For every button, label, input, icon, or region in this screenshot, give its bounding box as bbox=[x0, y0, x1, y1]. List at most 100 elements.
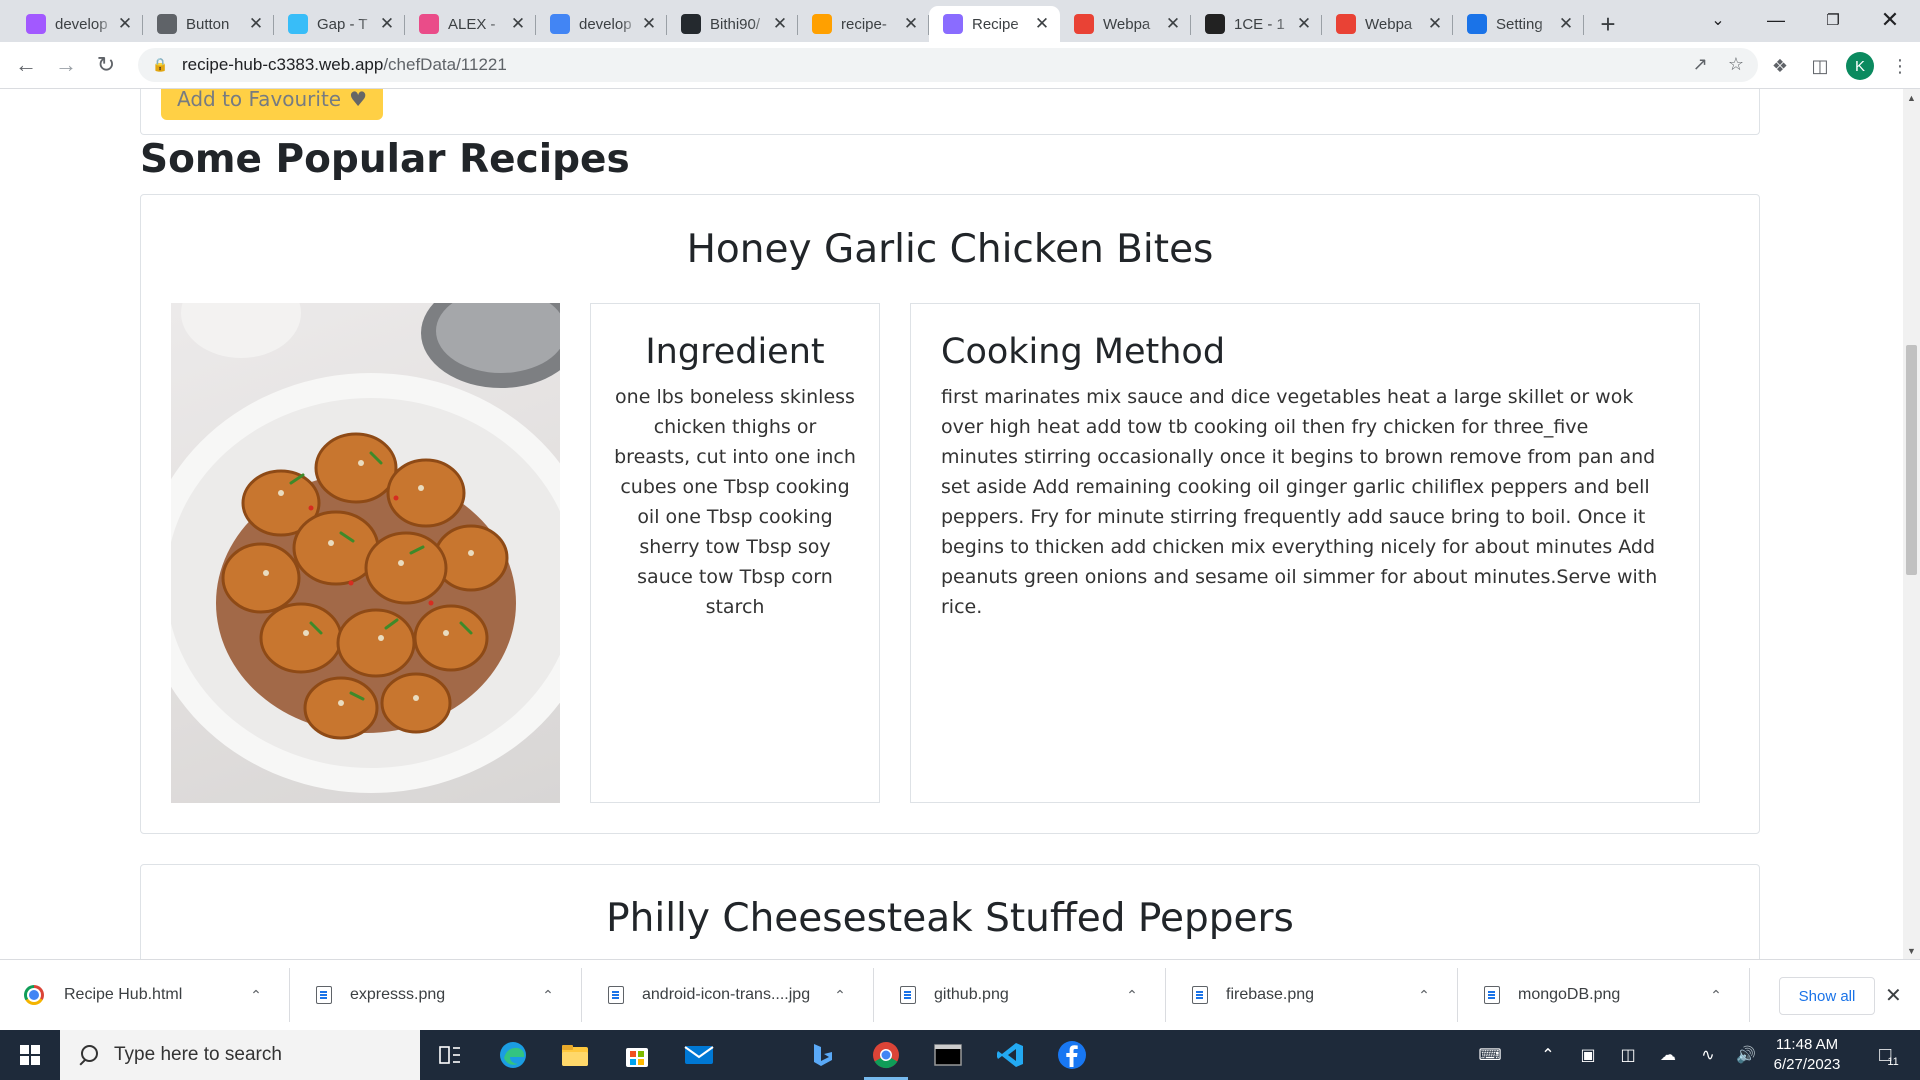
terminal-icon[interactable] bbox=[918, 1030, 978, 1080]
scroll-down-arrow-icon[interactable]: ▼ bbox=[1903, 942, 1920, 959]
close-tab-icon[interactable]: ✕ bbox=[115, 14, 135, 34]
tab-title: develop bbox=[55, 15, 108, 33]
bing-chat-icon[interactable] bbox=[793, 1030, 853, 1080]
download-filename: github.png bbox=[934, 986, 1009, 1003]
clock-date: 6/27/2023 bbox=[1773, 1056, 1841, 1073]
close-tab-icon[interactable]: ✕ bbox=[901, 14, 921, 34]
chevron-up-icon[interactable]: ⌃ bbox=[1117, 987, 1147, 1004]
chevron-up-icon[interactable]: ⌃ bbox=[1409, 987, 1439, 1004]
tab-title: Button bbox=[186, 15, 230, 33]
download-item[interactable]: expresss.png ⌃ bbox=[292, 968, 582, 1022]
browser-tab[interactable]: Recipe ✕ bbox=[929, 6, 1060, 42]
chevron-up-icon[interactable]: ⌃ bbox=[825, 987, 855, 1004]
facebook-icon[interactable] bbox=[1042, 1030, 1102, 1080]
microsoft-store-icon[interactable] bbox=[607, 1030, 667, 1080]
browser-tab[interactable]: ALEX - ✕ bbox=[405, 6, 536, 42]
tab-list: develop ✕ Button ✕ Gap - T ✕ ALEX - ✕ develop ✕ Bi… bbox=[0, 6, 1584, 42]
close-tab-icon[interactable]: ✕ bbox=[1294, 14, 1314, 34]
dribbble-icon bbox=[419, 14, 439, 34]
chrome-icon[interactable] bbox=[856, 1030, 916, 1080]
chevron-up-icon[interactable]: ⌃ bbox=[533, 987, 563, 1004]
browser-tab[interactable]: Gap - T ✕ bbox=[274, 6, 405, 42]
tab-search-chevron-icon[interactable]: ⌄ bbox=[1690, 0, 1746, 40]
start-button[interactable] bbox=[0, 1030, 60, 1080]
browser-tab[interactable]: recipe- ✕ bbox=[798, 6, 929, 42]
browser-tab[interactable]: Setting ✕ bbox=[1453, 6, 1584, 42]
ingredient-list: one lbs boneless skinless chicken thighs… bbox=[614, 386, 856, 618]
browser-tab[interactable]: Webpa ✕ bbox=[1322, 6, 1453, 42]
download-item[interactable]: Recipe Hub.html ⌃ bbox=[0, 968, 290, 1022]
notification-center-icon[interactable]: □ 11 bbox=[1864, 1030, 1914, 1080]
file-icon bbox=[1192, 986, 1208, 1004]
tab-title: Gap - T bbox=[317, 15, 368, 33]
extensions-puzzle-icon[interactable]: ❖ bbox=[1760, 46, 1800, 86]
clock-time: 11:48 AM bbox=[1775, 1036, 1839, 1053]
recipe-title: Honey Garlic Chicken Bites bbox=[686, 227, 1214, 272]
close-tab-icon[interactable]: ✕ bbox=[246, 14, 266, 34]
scroll-up-arrow-icon[interactable]: ▲ bbox=[1903, 89, 1920, 106]
download-item[interactable]: android-icon-trans....jpg ⌃ bbox=[584, 968, 874, 1022]
add-to-favourite-button[interactable]: Add to Favourite ♥ bbox=[161, 89, 384, 120]
tab-title: Setting bbox=[1496, 15, 1543, 33]
cooking-method-box: Cooking Method first marinates mix sauce… bbox=[910, 303, 1700, 803]
close-tab-icon[interactable]: ✕ bbox=[508, 14, 528, 34]
close-tab-icon[interactable]: ✕ bbox=[377, 14, 397, 34]
browser-tab[interactable]: Bithi90/ ✕ bbox=[667, 6, 798, 42]
tab-title: Recipe bbox=[972, 15, 1019, 33]
download-bar: Recipe Hub.html ⌃ expresss.png ⌃ android-ico… bbox=[0, 959, 1920, 1030]
address-bar[interactable]: 🔒 recipe-hub-c3383.web.app/chefData/1122… bbox=[138, 48, 1758, 82]
battery-icon[interactable]: ◫ bbox=[1610, 1030, 1646, 1080]
minimize-button[interactable]: — bbox=[1748, 0, 1804, 40]
close-tab-icon[interactable]: ✕ bbox=[770, 14, 790, 34]
task-view-icon[interactable] bbox=[420, 1030, 480, 1080]
windows-taskbar: Type here to search ⌨ ⌃ ▣ ◫ ☁ ∿ 🔊 11:48 … bbox=[0, 1030, 1920, 1080]
onedrive-cloud-icon[interactable]: ☁ bbox=[1650, 1030, 1686, 1080]
meet-now-icon[interactable]: ▣ bbox=[1570, 1030, 1606, 1080]
download-item[interactable]: github.png ⌃ bbox=[876, 968, 1166, 1022]
browser-tab[interactable]: 1CE - 1 ✕ bbox=[1191, 6, 1322, 42]
browser-tab[interactable]: Button ✕ bbox=[143, 6, 274, 42]
tab-title: Webpa bbox=[1365, 15, 1413, 33]
tab-title: Bithi90/ bbox=[710, 15, 761, 33]
browser-tab[interactable]: Webpa ✕ bbox=[1060, 6, 1191, 42]
profile-avatar[interactable]: K bbox=[1840, 46, 1880, 86]
close-tab-icon[interactable]: ✕ bbox=[639, 14, 659, 34]
show-hidden-icons-chevron-icon[interactable]: ⌃ bbox=[1530, 1030, 1566, 1080]
browser-tab[interactable]: develop ✕ bbox=[536, 6, 667, 42]
chevron-up-icon[interactable]: ⌃ bbox=[1701, 987, 1731, 1004]
close-tab-icon[interactable]: ✕ bbox=[1032, 14, 1052, 34]
page-viewport: Add to Favourite ♥ Some Popular Recipes … bbox=[0, 89, 1903, 959]
show-all-downloads-button[interactable]: Show all bbox=[1779, 977, 1875, 1015]
browser-tab[interactable]: develop ✕ bbox=[12, 6, 143, 42]
download-item[interactable]: firebase.png ⌃ bbox=[1168, 968, 1458, 1022]
tab-title: ALEX - bbox=[448, 15, 496, 33]
restore-button[interactable]: ❐ bbox=[1805, 0, 1861, 40]
wifi-icon[interactable]: ∿ bbox=[1690, 1030, 1726, 1080]
close-tab-icon[interactable]: ✕ bbox=[1556, 14, 1576, 34]
taskbar-search[interactable]: Type here to search bbox=[60, 1030, 420, 1080]
vscode-icon[interactable] bbox=[980, 1030, 1040, 1080]
reload-icon[interactable]: ↻ bbox=[86, 45, 126, 85]
new-tab-button[interactable]: + bbox=[1590, 6, 1626, 42]
close-download-bar-icon[interactable]: ✕ bbox=[1885, 983, 1902, 1008]
scrollbar-thumb[interactable] bbox=[1906, 345, 1917, 575]
bookmark-star-icon[interactable]: ☆ bbox=[1728, 54, 1744, 75]
close-tab-icon[interactable]: ✕ bbox=[1425, 14, 1445, 34]
volume-icon[interactable]: 🔊 bbox=[1728, 1030, 1764, 1080]
close-tab-icon[interactable]: ✕ bbox=[1163, 14, 1183, 34]
download-item[interactable]: mongoDB.png ⌃ bbox=[1460, 968, 1750, 1022]
forward-arrow-icon[interactable]: → bbox=[46, 45, 86, 85]
chevron-up-icon[interactable]: ⌃ bbox=[241, 987, 271, 1004]
share-icon[interactable]: ↗ bbox=[1693, 54, 1708, 75]
back-arrow-icon[interactable]: ← bbox=[6, 45, 46, 85]
menu-kebab-icon[interactable]: ⋮ bbox=[1880, 46, 1920, 86]
file-explorer-icon[interactable] bbox=[545, 1030, 605, 1080]
side-panel-icon[interactable]: ◫ bbox=[1800, 46, 1840, 86]
mail-icon[interactable] bbox=[669, 1030, 729, 1080]
page-scrollbar[interactable]: ▲ ▼ bbox=[1903, 89, 1920, 959]
keyboard-layout-icon[interactable]: ⌨ bbox=[1470, 1030, 1510, 1080]
close-window-button[interactable]: ✕ bbox=[1862, 0, 1918, 40]
tab-title: 1CE - 1 bbox=[1234, 15, 1285, 33]
edge-icon[interactable] bbox=[483, 1030, 543, 1080]
system-clock[interactable]: 11:48 AM 6/27/2023 bbox=[1762, 1035, 1852, 1075]
